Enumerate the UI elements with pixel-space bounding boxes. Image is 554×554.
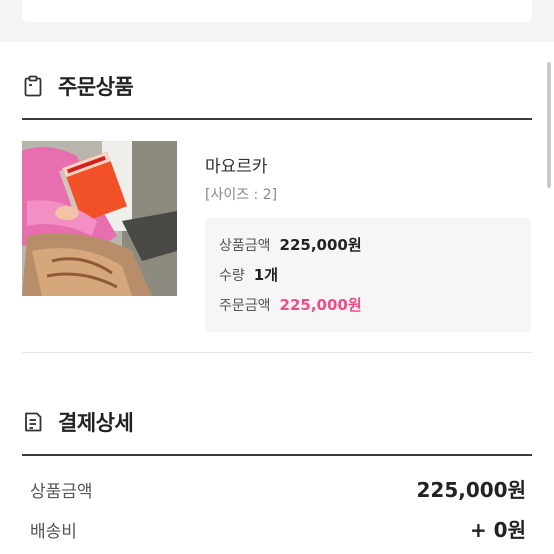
receipt-icon [25, 412, 42, 432]
quantity-label: 수량 [219, 268, 245, 284]
product-price-value: 225,000원 [279, 236, 362, 254]
product-option: [사이즈 : 2] [205, 187, 278, 203]
payment-row-label: 상품금액 [30, 482, 93, 502]
order-total-value: 225,000원 [279, 296, 362, 314]
order-page: 주문상품 마요르카 [사이즈 : 2] 상품금액 225,000원 수량 1개 … [0, 42, 554, 554]
product-thumbnail[interactable] [22, 141, 177, 296]
section-separator [22, 352, 532, 353]
quantity-value: 1개 [253, 266, 279, 284]
product-name[interactable]: 마요르카 [205, 152, 268, 177]
product-price-summary: 상품금액 225,000원 수량 1개 주문금액 225,000원 [205, 218, 531, 332]
payment-row-value: 225,000원 [416, 478, 527, 502]
order-total-label: 주문금액 [219, 298, 271, 314]
product-price-row: 상품금액 225,000원 [219, 234, 362, 255]
payment-details-header: 결제상세 [22, 404, 532, 440]
payment-row: 배송비 + 0원 [30, 514, 526, 543]
order-total-row: 주문금액 225,000원 [219, 294, 362, 315]
order-items-header: 주문상품 [22, 68, 532, 104]
previous-section-card [22, 0, 532, 22]
scrollbar[interactable] [547, 62, 551, 188]
payment-row: 상품금액 225,000원 [30, 474, 526, 503]
quantity-row: 수량 1개 [219, 264, 278, 285]
clipboard-icon [24, 75, 42, 97]
order-items-divider [22, 118, 532, 120]
payment-details-title: 결제상세 [58, 411, 134, 435]
product-price-label: 상품금액 [219, 238, 271, 254]
order-items-title: 주문상품 [58, 75, 134, 99]
payment-row-label: 배송비 [30, 522, 77, 542]
payment-details-divider [22, 454, 532, 456]
payment-row-value: + 0원 [469, 518, 526, 542]
